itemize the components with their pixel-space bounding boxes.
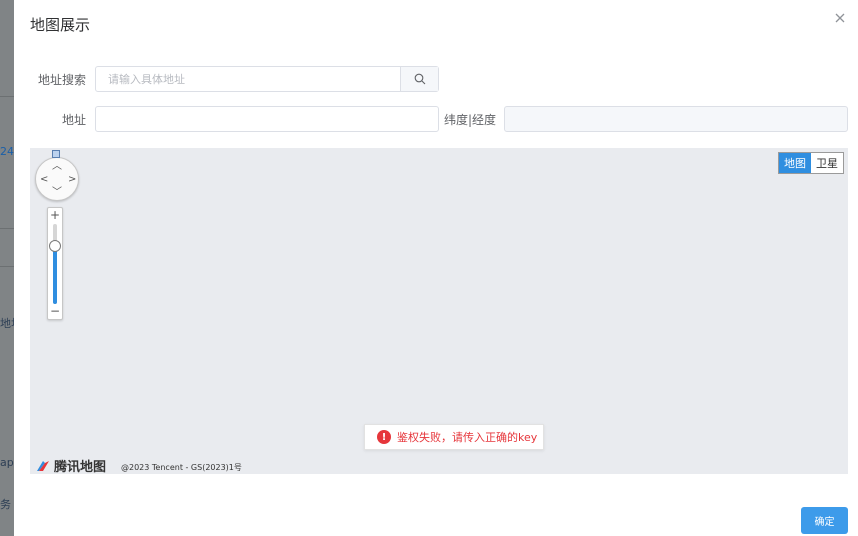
zoom-in-button[interactable]: + <box>48 209 62 222</box>
error-message: 鉴权失败，请传入正确的key <box>397 431 538 444</box>
pan-right-icon[interactable]: > <box>68 175 76 185</box>
map-copyright: @2023 Tencent - GS(2023)1号 <box>121 463 242 472</box>
background-text: 务 <box>0 498 11 511</box>
close-icon[interactable] <box>832 10 848 26</box>
map-type-tab-map[interactable]: 地图 <box>779 153 811 173</box>
coords-input[interactable] <box>504 106 848 132</box>
pan-down-icon[interactable]: ﹀ <box>52 188 62 198</box>
background-text: 24 <box>0 145 14 158</box>
zoom-out-button[interactable]: − <box>48 305 62 318</box>
auth-error-toast: ! 鉴权失败，请传入正确的key <box>364 424 544 450</box>
search-input[interactable] <box>96 67 400 91</box>
error-icon: ! <box>377 430 391 444</box>
zoom-control: + − <box>47 207 63 320</box>
confirm-button[interactable]: 确定 <box>801 507 848 534</box>
search-button[interactable] <box>400 67 438 91</box>
tencent-map-logo: 腾讯地图 <box>36 456 106 474</box>
tencent-map-logo-icon <box>37 460 49 471</box>
address-label: 地址 <box>61 113 86 127</box>
pan-handle-icon[interactable] <box>52 150 60 158</box>
zoom-slider-handle[interactable] <box>49 240 61 253</box>
zoom-level-fill <box>53 246 57 304</box>
map-dialog: 地图展示 地址搜索 地址 纬度|经度 ︿ ﹀ < > + − 地图 卫星 <box>14 0 858 536</box>
coords-label: 纬度|经度 <box>443 113 496 127</box>
pan-control[interactable]: ︿ ﹀ < > <box>35 157 79 201</box>
background-page: 24 地址 ap 务 <box>0 0 14 536</box>
pan-left-icon[interactable]: < <box>40 175 48 185</box>
map-canvas[interactable]: ︿ ﹀ < > + − 地图 卫星 ! 鉴权失败，请传入正确的key 腾讯地图 … <box>30 148 848 474</box>
search-label: 地址搜索 <box>37 73 86 87</box>
address-input[interactable] <box>95 106 439 132</box>
background-divider <box>0 266 14 267</box>
background-divider <box>0 96 14 97</box>
dialog-title: 地图展示 <box>30 16 91 34</box>
search-field <box>95 66 439 92</box>
map-type-tab-satellite[interactable]: 卫星 <box>811 153 843 173</box>
search-icon <box>414 73 425 85</box>
background-text: ap <box>0 456 14 469</box>
map-type-switch: 地图 卫星 <box>778 152 844 174</box>
background-divider <box>0 228 14 229</box>
background-text: 地址 <box>0 317 14 330</box>
pan-up-icon[interactable]: ︿ <box>52 162 62 172</box>
map-brand: 腾讯地图 <box>54 460 107 474</box>
